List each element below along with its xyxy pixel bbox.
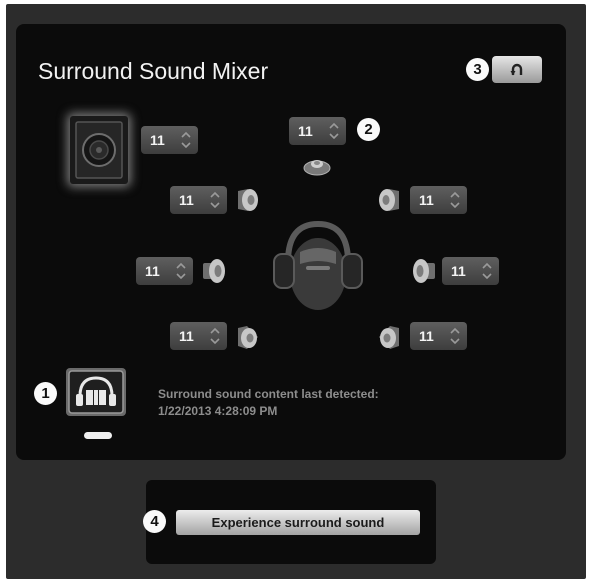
volume-stepper-subwoofer[interactable]: 11: [141, 126, 198, 154]
status-label: Surround sound content last detected:: [158, 387, 379, 401]
side-left-speaker-icon: [203, 259, 225, 283]
front-left-speaker-icon: [238, 189, 258, 211]
stepper-arrows-icon: [176, 262, 186, 280]
undo-arrow-icon: [510, 63, 523, 75]
center-speaker-icon: [303, 160, 331, 176]
stepper-arrows-icon: [329, 122, 339, 140]
subwoofer-icon: [70, 116, 128, 184]
reset-button[interactable]: [492, 56, 542, 83]
volume-stepper-front-left[interactable]: 11: [170, 186, 227, 214]
volume-stepper-rear-right[interactable]: 11: [410, 322, 467, 350]
mixer-title: Surround Sound Mixer: [38, 58, 269, 84]
surround-toggle-button[interactable]: [66, 368, 126, 416]
stepper-arrows-icon: [482, 262, 492, 280]
stepper-arrows-icon: [210, 191, 220, 209]
volume-value-side-right: 11: [451, 263, 466, 279]
volume-value-front-left: 11: [179, 192, 194, 208]
callout-3: 3: [466, 58, 489, 81]
volume-stepper-front-right[interactable]: 11: [410, 186, 467, 214]
stepper-arrows-icon: [210, 327, 220, 345]
volume-value-subwoofer: 11: [150, 132, 165, 148]
volume-stepper-side-right[interactable]: 11: [442, 257, 499, 285]
stepper-arrows-icon: [450, 191, 460, 209]
callout-4: 4: [143, 510, 166, 533]
status-indicator-bar: [84, 432, 112, 439]
side-right-speaker-icon: [413, 259, 435, 283]
volume-stepper-rear-left[interactable]: 11: [170, 322, 227, 350]
listener-headset-icon: [273, 220, 363, 310]
volume-stepper-side-left[interactable]: 11: [136, 257, 193, 285]
headphone-surround-icon: [68, 370, 124, 414]
experience-surround-button[interactable]: Experience surround sound: [176, 510, 420, 535]
volume-value-rear-right: 11: [419, 328, 434, 344]
volume-stepper-center[interactable]: 11: [289, 117, 346, 145]
stepper-arrows-icon: [181, 131, 191, 149]
status-time: 1/22/2013 4:28:09 PM: [158, 404, 278, 418]
front-right-speaker-icon: [379, 189, 399, 211]
callout-1: 1: [34, 382, 57, 405]
rear-right-speaker-icon: [379, 326, 399, 349]
callout-2: 2: [357, 118, 380, 141]
volume-value-center: 11: [298, 123, 313, 139]
rear-left-speaker-icon: [238, 326, 258, 349]
surround-status-text: Surround sound content last detected: 1/…: [158, 386, 379, 420]
volume-value-rear-left: 11: [179, 328, 194, 344]
volume-value-front-right: 11: [419, 192, 434, 208]
stepper-arrows-icon: [450, 327, 460, 345]
volume-value-side-left: 11: [145, 263, 160, 279]
